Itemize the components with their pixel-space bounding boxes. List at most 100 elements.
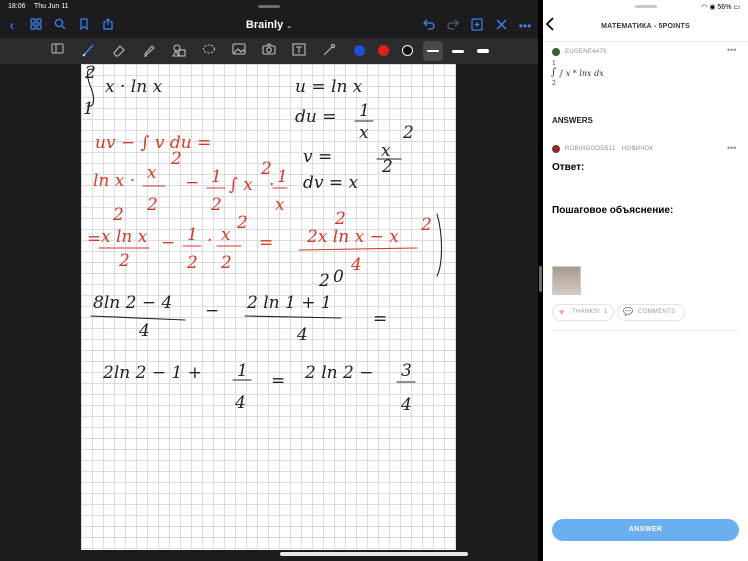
brainly-pane: ◠ ◉ 56% ▭ МАТЕМАТИКА - 5POINTS EUGENE447… (543, 0, 748, 561)
svg-text:2 ln 1 + 1: 2 ln 1 + 1 (246, 293, 332, 313)
notes-toolbar: ‹ Brainly ⌄ ••• (0, 14, 538, 38)
add-page-icon[interactable] (469, 18, 485, 34)
drawing-tools-bar (0, 38, 538, 64)
svg-text:1: 1 (211, 167, 222, 187)
attachment-thumbnail[interactable] (552, 266, 581, 295)
header-divider (543, 41, 748, 42)
svg-text:2: 2 (186, 253, 198, 273)
svg-text:x: x (221, 225, 231, 245)
svg-text:4: 4 (138, 321, 150, 341)
question-text: 1 ∫ 2 ∫ x * lnx dx (551, 60, 631, 90)
location-icon: ◉ (709, 4, 716, 11)
answer-label: Ответ: (552, 162, 585, 173)
svg-text:x ln x: x ln x (101, 227, 148, 247)
close-icon[interactable] (493, 18, 509, 34)
svg-text:=: = (87, 229, 101, 249)
integral-lower-limit: 2 (552, 80, 556, 87)
svg-text:v =: v = (303, 147, 332, 167)
bracket-stroke (436, 213, 442, 277)
answer-button[interactable]: ANSWER (552, 519, 739, 541)
eraser-icon[interactable] (111, 43, 127, 59)
shapes-icon[interactable] (171, 43, 187, 59)
svg-text:2: 2 (84, 64, 96, 83)
text-tool-icon[interactable] (291, 43, 307, 59)
home-indicator (280, 552, 468, 556)
thanks-count: 1 (604, 309, 608, 315)
svg-text:=: = (259, 233, 273, 253)
svg-text:=: = (373, 309, 387, 329)
lasso-icon[interactable] (201, 43, 217, 59)
color-swatch-blue[interactable] (354, 45, 365, 56)
battery-percent: 56% (717, 4, 732, 11)
color-swatch-black[interactable] (402, 45, 413, 56)
laser-pointer-icon[interactable] (321, 43, 337, 59)
split-view-handle[interactable] (539, 266, 542, 292)
note-page[interactable]: 2 1 x · ln x u = ln x du = 1 x v = x 2 2… (81, 64, 456, 550)
status-time: 18:06 (8, 3, 26, 10)
svg-text:∫ x: ∫ x (229, 175, 253, 195)
svg-text:0: 0 (333, 267, 344, 287)
stroke-thick-icon[interactable] (477, 49, 489, 53)
wifi-icon: ◠ (701, 4, 708, 11)
svg-text:2: 2 (334, 209, 346, 229)
more-icon[interactable]: ••• (517, 18, 533, 34)
color-swatch-red[interactable] (378, 45, 389, 56)
svg-text:−: − (205, 301, 219, 321)
document-title-text: Brainly (245, 19, 284, 31)
read-mode-icon[interactable] (49, 43, 65, 59)
svg-text:2: 2 (170, 149, 182, 169)
svg-text:4: 4 (234, 393, 246, 413)
svg-text:1: 1 (359, 101, 370, 121)
multitasking-handle[interactable] (258, 5, 280, 8)
redo-icon[interactable] (445, 18, 461, 34)
pen-icon[interactable] (80, 43, 96, 59)
svg-text:du =: du = (295, 107, 336, 127)
svg-text:ln x ·: ln x · (93, 171, 135, 191)
stroke-medium-icon[interactable] (452, 50, 464, 53)
svg-text:2: 2 (146, 195, 158, 215)
svg-text:x: x (359, 123, 369, 143)
multitasking-handle-right[interactable] (635, 5, 657, 8)
more-icon[interactable]: ••• (727, 144, 736, 153)
camera-icon[interactable] (261, 43, 277, 59)
svg-text:2: 2 (318, 271, 330, 291)
undo-icon[interactable] (420, 18, 436, 34)
handwriting-canvas: 2 1 x · ln x u = ln x du = 1 x v = x 2 2… (83, 64, 442, 415)
answer-divider (552, 330, 739, 331)
svg-text:u = ln x: u = ln x (295, 77, 363, 97)
svg-text:−: − (161, 233, 175, 253)
more-icon[interactable]: ••• (727, 46, 736, 55)
svg-text:2: 2 (112, 205, 124, 225)
avatar[interactable] (552, 145, 560, 153)
battery-icon: ▭ (733, 4, 740, 11)
svg-text:=: = (271, 371, 285, 391)
svg-text:uv − ∫ v du =: uv − ∫ v du = (95, 133, 211, 153)
comment-bubble-icon: 💬 (623, 307, 634, 316)
notes-app-pane: 18:06 Thu Jun 11 ‹ Brainly ⌄ ••• 2 1 x ·… (0, 0, 538, 561)
integral-upper-limit: 1 (552, 60, 556, 67)
svg-text:x: x (147, 163, 157, 183)
svg-text:4: 4 (350, 255, 362, 275)
svg-text:8ln 2 − 4: 8ln 2 − 4 (93, 293, 172, 313)
asker-name[interactable]: EUGENE4475 (565, 49, 607, 55)
subject-title: МАТЕМАТИКА - 5POINTS (601, 23, 690, 30)
thanks-label: THANKS! (572, 309, 601, 315)
answerer-name[interactable]: ROBINGOOD511 · НОВИЧОК (565, 146, 653, 152)
explanation-label: Пошаговое объяснение: (552, 205, 674, 216)
thanks-button[interactable]: ♥ THANKS! 1 (552, 304, 614, 321)
image-icon[interactable] (231, 43, 247, 59)
avatar[interactable] (552, 48, 560, 56)
comments-label: COMMENTS (638, 309, 676, 315)
svg-text:2: 2 (210, 195, 222, 215)
comments-button[interactable]: 💬 COMMENTS (617, 304, 685, 321)
svg-text:2x ln x − x: 2x ln x − x (306, 227, 399, 247)
stroke-thin-icon (427, 50, 439, 52)
chevron-down-icon: ⌄ (286, 23, 293, 30)
question-expression: ∫ x * lnx dx (559, 69, 604, 78)
svg-text:4: 4 (296, 325, 308, 345)
status-date: Thu Jun 11 (34, 3, 69, 10)
svg-text:x: x (275, 195, 285, 215)
svg-text:dv = x: dv = x (303, 173, 359, 193)
svg-text:1: 1 (237, 361, 248, 381)
highlighter-icon[interactable] (141, 43, 157, 59)
